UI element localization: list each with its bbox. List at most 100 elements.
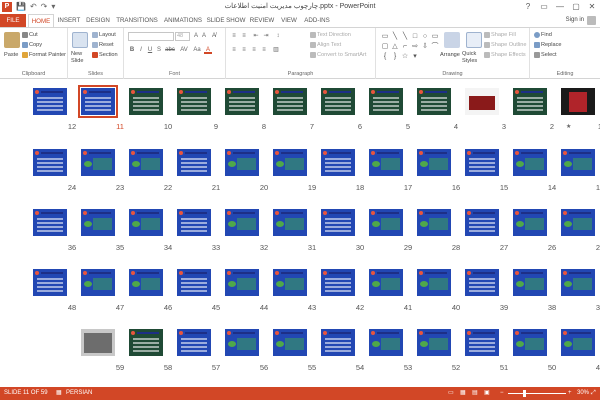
slide-thumbnail[interactable] [81, 269, 115, 296]
shape-square-icon[interactable]: □ [410, 32, 420, 42]
slide-thumbnail[interactable] [177, 269, 211, 296]
numbering-icon[interactable]: ≡ [240, 32, 248, 40]
slide-thumbnail[interactable] [465, 329, 499, 356]
slide-thumbnail[interactable] [273, 149, 307, 176]
slide-thumbnail[interactable] [321, 88, 355, 115]
slide-thumbnail[interactable] [129, 209, 163, 236]
slide-thumbnail[interactable] [273, 269, 307, 296]
quick-styles-icon[interactable] [466, 32, 482, 48]
slide-thumbnail[interactable] [273, 329, 307, 356]
slide-thumbnail[interactable] [561, 149, 595, 176]
normal-view-icon[interactable]: ▭ [448, 387, 454, 400]
slide-thumbnail[interactable] [129, 269, 163, 296]
reading-view-icon[interactable]: ▤ [472, 387, 478, 400]
slide-thumbnail[interactable] [513, 269, 547, 296]
slide-thumbnail[interactable] [321, 149, 355, 176]
tab-insert[interactable]: INSERT [56, 14, 82, 27]
tab-transitions[interactable]: TRANSITIONS [114, 14, 160, 27]
slide-thumbnail[interactable] [273, 209, 307, 236]
slide-thumbnail[interactable] [321, 329, 355, 356]
arrange-button[interactable]: Arrange [440, 51, 460, 59]
italic-button[interactable]: I [137, 46, 145, 54]
slide-thumbnail[interactable] [561, 269, 595, 296]
reset-button[interactable]: Reset [92, 41, 114, 49]
slide-thumbnail[interactable] [513, 329, 547, 356]
decrease-indent-icon[interactable]: ⇤ [252, 32, 260, 40]
shape-brace-icon[interactable]: { [380, 52, 390, 62]
slide-thumbnail[interactable] [417, 269, 451, 296]
zoom-slider[interactable] [508, 393, 566, 394]
slide-thumbnail[interactable] [225, 149, 259, 176]
align-center-icon[interactable]: ≡ [240, 46, 248, 54]
font-color-button[interactable]: A [204, 46, 212, 54]
slide-thumbnail[interactable] [369, 269, 403, 296]
shape-triangle-icon[interactable]: △ [390, 42, 400, 52]
paste-button[interactable]: Paste [4, 51, 18, 59]
text-direction-button[interactable]: Text Direction [310, 31, 351, 39]
find-button[interactable]: Find [534, 31, 552, 39]
slide-thumbnail[interactable] [369, 88, 403, 115]
convert-to-smartart-button[interactable]: Convert to SmartArt [310, 51, 366, 59]
shape-effects-button[interactable]: Shape Effects [484, 51, 526, 59]
change-case-button[interactable]: Aa [192, 46, 202, 54]
cut-button[interactable]: Cut [22, 31, 38, 39]
help-button[interactable]: ? [520, 0, 536, 14]
new-slide-button[interactable]: New Slide [71, 51, 91, 65]
language-status[interactable]: PERSIAN [66, 387, 92, 400]
avatar[interactable] [587, 16, 596, 25]
columns-icon[interactable]: ▥ [272, 46, 280, 54]
shape-more-icon[interactable]: ▾ [410, 52, 420, 62]
underline-button[interactable]: U [146, 46, 154, 54]
grow-font-button[interactable]: A [192, 32, 200, 40]
shape-arrow-down-icon[interactable]: ⇩ [420, 42, 430, 52]
slide-thumbnail[interactable] [177, 209, 211, 236]
zoom-level[interactable]: 30% [577, 387, 589, 400]
format-painter-button[interactable]: Format Painter [22, 51, 66, 59]
tab-design[interactable]: DESIGN [84, 14, 112, 27]
font-size-box[interactable]: 48 [175, 32, 190, 41]
slide-count-status[interactable]: SLIDE 11 OF 59 [4, 387, 48, 400]
slide-thumbnail[interactable] [33, 269, 67, 296]
slide-sorter[interactable]: 12 11 10 9 8 7 6 5 4 3 2 1 ★ 24 23 22 21 20 19 18 17 16 15 14 1 3… [0, 80, 600, 387]
quick-styles-button[interactable]: Quick Styles [462, 51, 482, 65]
zoom-slider-handle[interactable] [523, 390, 526, 397]
zoom-out-button[interactable]: − [500, 387, 504, 400]
slide-thumbnail[interactable] [561, 329, 595, 356]
slide-thumbnail[interactable] [33, 149, 67, 176]
slide-thumbnail[interactable] [129, 88, 163, 115]
shape-rect2-icon[interactable]: ▭ [430, 32, 440, 42]
slide-thumbnail[interactable] [225, 88, 259, 115]
bold-button[interactable]: B [128, 46, 136, 54]
clear-formatting-button[interactable]: A̸ [210, 32, 218, 40]
slide-thumbnail[interactable] [177, 149, 211, 176]
shapes-gallery[interactable]: ▭ ╲ ╲ □ ○ ▭ ▢ △ ⌐ ⇨ ⇩ ⌒ { } ☆ ▾ [380, 32, 440, 62]
slide-thumbnail[interactable] [321, 209, 355, 236]
slide-thumbnail[interactable] [417, 149, 451, 176]
minimize-button[interactable]: — [552, 0, 568, 14]
shape-oval-icon[interactable]: ○ [420, 32, 430, 42]
tab-slide-show[interactable]: SLIDE SHOW [206, 14, 246, 27]
layout-button[interactable]: Layout [92, 31, 116, 39]
tab-animations[interactable]: ANIMATIONS [162, 14, 204, 27]
shape-line2-icon[interactable]: ╲ [400, 32, 410, 42]
slide-thumbnail[interactable] [33, 209, 67, 236]
section-button[interactable]: Section [92, 51, 118, 59]
restore-button[interactable]: ▢ [568, 0, 584, 14]
slide-thumbnail[interactable] [273, 88, 307, 115]
shape-curly-icon[interactable]: ⌒ [430, 42, 440, 52]
shape-arrow-right-icon[interactable]: ⇨ [410, 42, 420, 52]
align-text-button[interactable]: Align Text [310, 41, 341, 49]
slide-thumbnail[interactable] [129, 149, 163, 176]
tab-home[interactable]: HOME [28, 14, 54, 28]
sign-in-label[interactable]: Sign in [566, 14, 584, 27]
shape-fill-button[interactable]: Shape Fill [484, 31, 516, 39]
bullets-icon[interactable]: ≡ [230, 32, 238, 40]
text-shadow-button[interactable]: S [155, 46, 163, 54]
slide-thumbnail[interactable] [225, 329, 259, 356]
slide-thumbnail[interactable] [513, 88, 547, 115]
shrink-font-button[interactable]: A [200, 32, 208, 40]
slide-thumbnail[interactable] [369, 329, 403, 356]
slide-thumbnail[interactable] [465, 149, 499, 176]
shape-star-icon[interactable]: ☆ [400, 52, 410, 62]
close-button[interactable]: ✕ [584, 0, 600, 14]
